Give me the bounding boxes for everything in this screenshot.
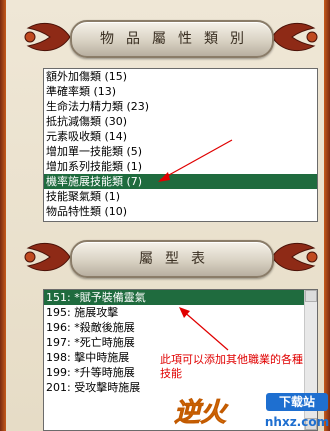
category-list-item[interactable]: 生命法力精力類 (23) — [44, 99, 317, 114]
type-list-item[interactable]: 196: *殺敵後施展 — [44, 320, 317, 335]
watermark-site-label: 下载站 — [279, 394, 315, 409]
category-rows: 額外加傷類 (15) 準確率類 (13) 生命法力精力類 (23) 抵抗減傷類 (30… — [44, 69, 317, 219]
category-list-item[interactable]: 準確率類 (13) — [44, 84, 317, 99]
ornament-right-icon — [271, 22, 318, 52]
category-list-item[interactable]: 機率施展技能類 (7) — [44, 174, 317, 189]
category-list-item[interactable]: 額外加傷類 (15) — [44, 69, 317, 84]
categories-title: 物品屬性類別 — [100, 31, 256, 47]
scroll-up-arrow-icon[interactable] — [305, 290, 317, 302]
category-list-item[interactable]: 元素吸收類 (14) — [44, 129, 317, 144]
ornament-right-icon — [271, 242, 318, 272]
categories-banner: 物品屬性類別 — [20, 12, 322, 62]
type-list-item[interactable]: 195: 施展攻擊 — [44, 305, 317, 320]
watermark-brand: 逆火 — [174, 398, 229, 428]
ornament-left-icon — [24, 242, 71, 272]
ornament-left-icon — [24, 22, 71, 52]
category-list-item[interactable]: 抵抗減傷類 (30) — [44, 114, 317, 129]
category-list-item[interactable]: 增加系列技能類 (1) — [44, 159, 317, 174]
annotation-note: 此項可以添加其他職業的各種技能 — [160, 353, 303, 380]
watermark-domain: nhxz.com — [265, 415, 329, 429]
types-title: 屬型表 — [139, 251, 217, 267]
category-list-item[interactable]: 技能聚氣類 (1) — [44, 189, 317, 204]
watermark-logo: 逆火 下载站 nhxz.com — [174, 393, 329, 429]
left-frame-edge — [0, 0, 6, 431]
types-banner: 屬型表 — [20, 232, 322, 282]
category-listbox[interactable]: 額外加傷類 (15) 準確率類 (13) 生命法力精力類 (23) 抵抗減傷類 (30… — [43, 68, 318, 222]
right-frame-edge — [324, 0, 330, 431]
type-list-item[interactable]: 151: *賦予裝備靈氣 — [44, 290, 317, 305]
type-list-item[interactable]: 197: *死亡時施展 — [44, 335, 317, 350]
category-list-item[interactable]: 物品特性類 (10) — [44, 204, 317, 219]
category-list-item[interactable]: 增加單一技能類 (5) — [44, 144, 317, 159]
